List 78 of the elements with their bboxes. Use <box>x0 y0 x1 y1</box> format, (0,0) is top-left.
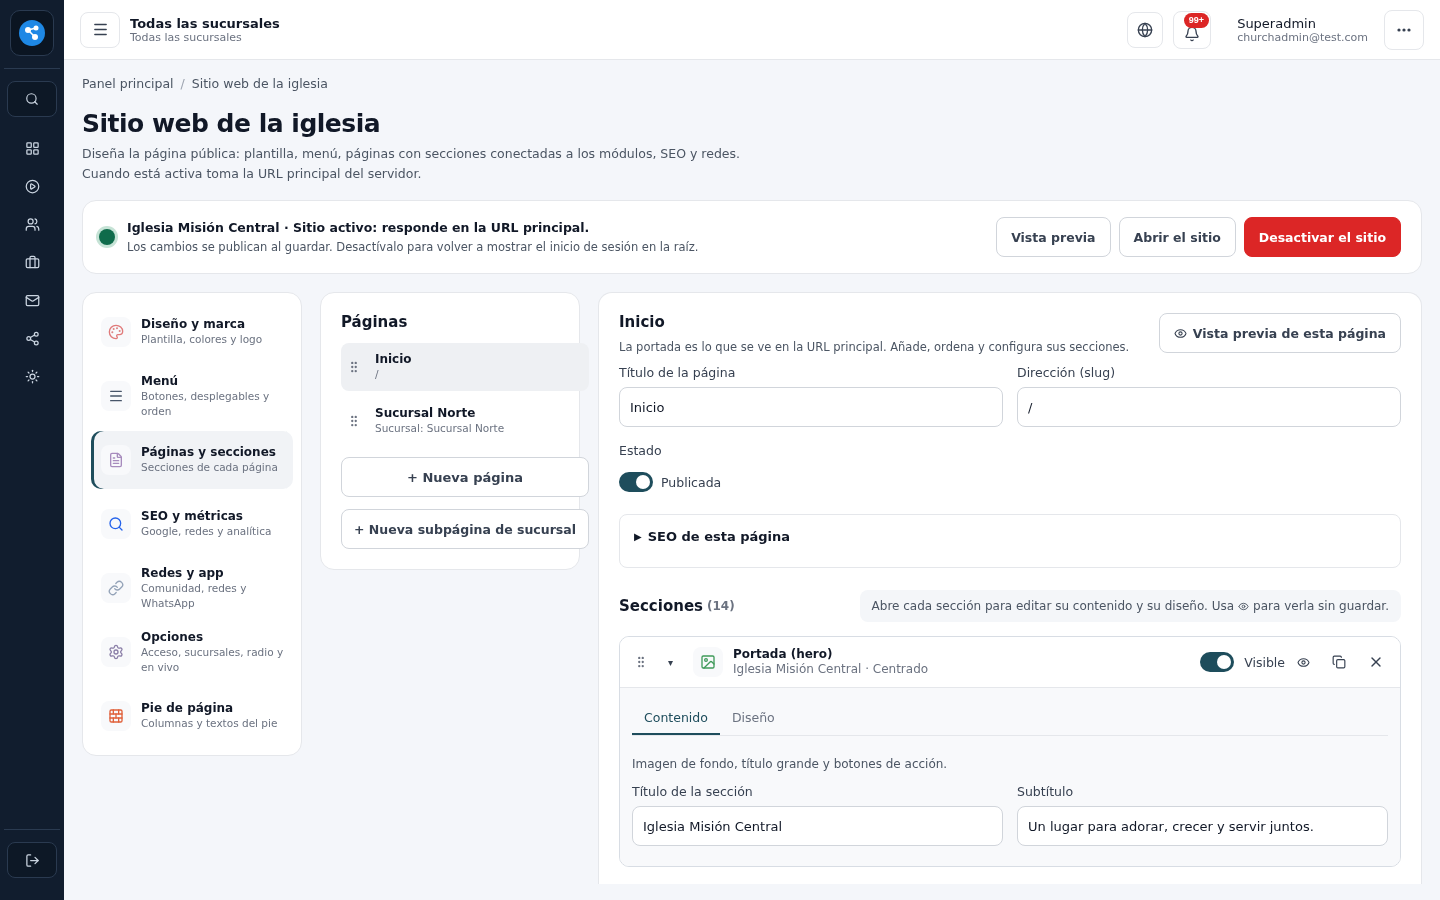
branch-subtitle: Todas las sucursales <box>130 30 243 44</box>
globe-icon <box>1137 21 1154 38</box>
field-label: Título de la página <box>619 365 737 380</box>
magnifier-icon <box>108 516 124 532</box>
page-list-item[interactable]: Inicio / <box>341 343 589 391</box>
search-button[interactable] <box>7 81 57 117</box>
section-tab[interactable]: Diseño <box>719 702 787 735</box>
more-icon <box>1397 27 1411 32</box>
notification-badge: 99+ <box>1183 12 1210 28</box>
section-tab[interactable]: Contenido <box>632 702 720 735</box>
text-field[interactable]: Inicio <box>619 387 1003 427</box>
branch-title: Todas las sucursales <box>130 15 280 31</box>
user-name: Superadmin <box>1237 15 1317 31</box>
page-preview-button[interactable]: Vista previa de esta página <box>1158 313 1401 353</box>
page-description: Diseña la página pública: plantilla, menú, páginas con secciones conectadas a los módulos, SEO y redes. <box>82 145 742 163</box>
field-label: Dirección (slug) <box>1017 365 1116 380</box>
breadcrumb-separator: / <box>180 76 185 91</box>
new-page-button[interactable]: + Nueva página <box>341 457 589 497</box>
settings-nav-item[interactable]: Páginas y secciones Secciones de cada página <box>91 431 293 489</box>
page-title: Sitio web de la iglesia <box>82 109 382 138</box>
published-switch[interactable] <box>619 472 653 492</box>
text-field[interactable]: Iglesia Misión Central <box>632 806 1003 846</box>
sections-title: Secciones <box>619 597 703 615</box>
page-list-item[interactable]: Sucursal Norte Sucursal: Sucursal Norte <box>341 397 589 445</box>
bell-icon <box>1184 25 1201 42</box>
gear-icon <box>108 644 124 660</box>
menu-icon <box>91 21 109 38</box>
switch-label: Publicada <box>661 474 722 490</box>
text-field[interactable]: Un lugar para adorar, crecer y servir juntos. <box>1017 806 1388 846</box>
settings-nav-item[interactable]: SEO y métricas Google, redes y analítica <box>91 495 293 553</box>
text-field[interactable]: / <box>1017 387 1401 427</box>
breadcrumb-item[interactable]: Panel principal <box>82 76 174 91</box>
language-button[interactable] <box>1127 11 1164 48</box>
duplicate-icon[interactable] <box>1330 653 1348 671</box>
site-button[interactable]: Vista previa <box>996 217 1111 257</box>
editor-title: Inicio <box>619 313 666 331</box>
settings-nav-item[interactable]: Diseño y marca Plantilla, colores y logo <box>91 303 293 361</box>
section-title: Portada (hero) <box>733 647 834 661</box>
editor-description: La portada es lo que se ve en la URL principal. Añade, ordena y configura sus secciones. <box>619 339 1131 356</box>
user-email: churchadmin@test.com <box>1237 30 1368 44</box>
notifications-button[interactable]: 99+ <box>1173 10 1212 49</box>
page-description: Cuando está activa toma la URL principal del servidor. <box>82 165 423 183</box>
menu-button[interactable] <box>80 11 120 48</box>
sections-count: (14) <box>707 599 735 613</box>
settings-nav-item[interactable]: Redes y app Comunidad, redes y WhatsApp <box>91 559 293 617</box>
search-icon <box>25 92 39 106</box>
link-icon <box>108 580 124 596</box>
brick-wall-icon <box>108 708 124 724</box>
status-text: Los cambios se publican al guardar. Desactívalo para volver a mostrar el inicio de sesión en la raíz. <box>127 240 700 254</box>
visible-switch[interactable] <box>1200 652 1235 672</box>
settings-nav-item[interactable]: Pie de página Columnas y textos del pie <box>91 687 293 745</box>
eye-icon <box>1238 600 1250 612</box>
new-page-button[interactable]: + Nueva subpágina de sucursal <box>341 509 589 549</box>
pages-title: Páginas <box>341 313 409 331</box>
hint-text: Abre cada sección para editar su contenido y su diseño. Usa <box>871 599 1235 613</box>
settings-nav-item[interactable]: Menú Botones, desplegables y orden <box>91 367 293 425</box>
palette-icon <box>108 324 124 340</box>
status-title: Iglesia Misión Central · Sitio activo: responde en la URL principal. <box>127 220 591 235</box>
field-label: Subtítulo <box>1017 784 1075 799</box>
section-subtitle: Iglesia Misión Central · Centrado <box>733 662 930 677</box>
logout-button[interactable] <box>7 842 57 878</box>
section-description: Imagen de fondo, título grande y botones de acción. <box>632 756 949 773</box>
document-icon <box>108 452 124 468</box>
image-icon <box>700 654 716 670</box>
collapse-toggle[interactable]: ▾ <box>666 654 675 670</box>
breadcrumb-item: Sitio web de la iglesia <box>191 76 328 91</box>
hint-text: para verla sin guardar. <box>1253 599 1389 613</box>
seo-disclosure[interactable]: ▶ SEO de esta página <box>619 514 1401 568</box>
settings-nav-item[interactable]: Opciones Acceso, sucursales, radio y en vivo <box>91 623 293 681</box>
eye-icon <box>1173 326 1187 340</box>
field-label: Estado <box>619 443 663 458</box>
switch-label: Visible <box>1244 654 1285 670</box>
logo-icon <box>18 19 46 47</box>
logout-icon <box>24 852 40 868</box>
site-button[interactable]: Abrir el sitio <box>1118 217 1236 257</box>
field-label: Título de la sección <box>632 784 754 799</box>
menu-icon <box>108 388 124 404</box>
deactivate-button[interactable]: Desactivar el sitio <box>1243 217 1401 257</box>
